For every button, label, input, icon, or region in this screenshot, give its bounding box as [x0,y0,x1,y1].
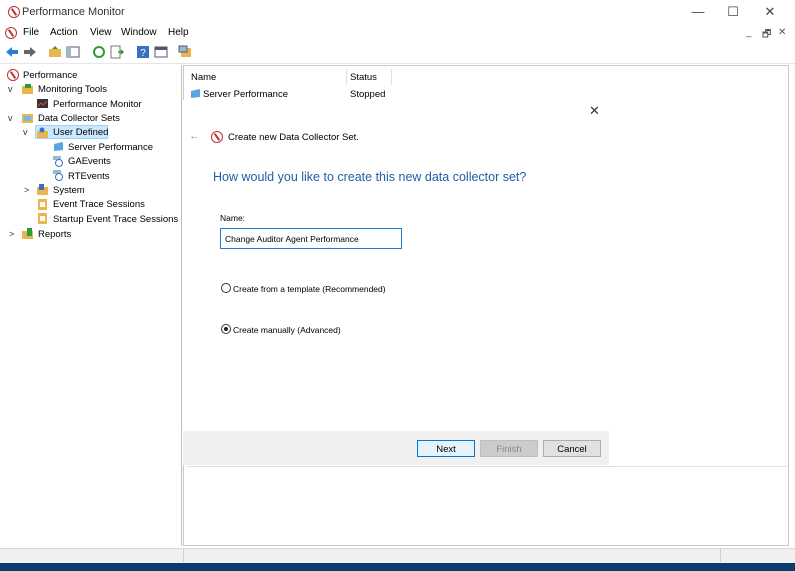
name-label: Name: [220,213,246,223]
desktop-background-strip [0,563,795,571]
menu-help[interactable]: Help [168,27,189,38]
list-row-name[interactable]: Server Performance [203,89,288,100]
event-trace-sessions-icon [38,199,47,210]
tree-item-server-performance[interactable]: Server Performance [68,142,153,153]
show-hide-console-tree-icon[interactable] [66,45,80,59]
performance-icon [7,69,19,81]
menu-file[interactable]: File [23,27,39,38]
tree-item-gaevents[interactable]: GAEvents [68,156,111,167]
chevron-down-icon[interactable]: v [23,127,28,137]
tree-item-data-collector-sets[interactable]: Data Collector Sets [38,113,120,124]
list-row-status: Stopped [350,89,386,100]
mdi-restore-button[interactable]: 🗗 [762,27,771,44]
maximize-button[interactable]: ☐ [723,4,743,20]
startup-event-trace-sessions-icon [38,213,47,224]
menu-view[interactable]: View [90,27,112,38]
tree-item-rtevents[interactable]: RTEvents [68,171,110,182]
export-list-icon[interactable] [110,45,124,59]
refresh-icon[interactable] [92,45,106,59]
performance-monitor-app-icon [8,6,20,18]
column-header-name[interactable]: Name [191,72,216,83]
chevron-down-icon[interactable]: v [8,113,13,123]
radio-create-manually[interactable] [221,324,231,334]
column-divider [346,69,347,85]
result-pane-empty-area [186,466,787,545]
help-icon[interactable]: ? [136,45,150,59]
wizard-question: How would you like to create this new da… [213,170,527,184]
data-collector-set-icon [54,142,63,151]
mdi-minimize-button[interactable]: _ [746,27,752,38]
name-field-value: Change Auditor Agent Performance [225,234,359,244]
trace-set-icon [53,170,63,181]
menu-window[interactable]: Window [121,27,157,38]
close-window-button[interactable]: ✕ [760,4,780,20]
menu-bar [0,26,795,42]
column-divider [391,69,392,85]
tree-item-performance[interactable]: Performance [23,70,77,81]
tree-item-startup-event-trace-sessions[interactable]: Startup Event Trace Sessions [53,214,178,225]
system-menu-icon[interactable] [5,27,17,39]
up-folder-icon[interactable] [48,45,62,59]
performance-monitor-chart-icon [37,99,48,108]
column-header-status[interactable]: Status [350,72,377,83]
cancel-button[interactable]: Cancel [543,440,601,457]
radio-selected-dot [224,327,228,331]
system-folder-icon [37,184,48,195]
user-defined-icon [37,127,48,138]
next-button[interactable]: Next [417,440,475,457]
chevron-right-icon[interactable]: > [24,185,29,195]
chevron-down-icon[interactable]: v [8,84,13,94]
wizard-header: Create new Data Collector Set. [228,132,359,143]
reports-icon [22,228,33,239]
monitoring-tools-icon [22,84,33,94]
minimize-button[interactable]: — [688,4,708,20]
new-window-icon[interactable] [178,45,192,59]
tree-item-reports[interactable]: Reports [38,229,71,240]
tree-item-user-defined[interactable]: User Defined [53,127,108,138]
radio-create-from-template[interactable] [221,283,231,293]
finish-button[interactable]: Finish [480,440,538,457]
menu-action[interactable]: Action [50,27,78,38]
name-field[interactable]: Change Auditor Agent Performance [220,228,402,249]
tree-item-event-trace-sessions[interactable]: Event Trace Sessions [53,199,145,210]
tree-item-monitoring-tools[interactable]: Monitoring Tools [38,84,107,95]
forward-arrow-icon[interactable] [23,45,37,59]
data-collector-sets-icon [22,114,33,123]
chevron-right-icon[interactable]: > [9,229,14,239]
data-collector-set-icon [191,89,200,98]
window-title: Performance Monitor [22,6,125,18]
status-divider [720,549,721,562]
option-create-manually-label[interactable]: Create manually (Advanced) [233,325,341,335]
svg-text:?: ? [140,48,146,59]
trace-set-icon [53,156,63,167]
option-create-from-template-label[interactable]: Create from a template (Recommended) [233,284,386,294]
create-data-collector-set-wizard [183,100,609,465]
status-divider [183,549,184,562]
tree-item-system[interactable]: System [53,185,85,196]
properties-icon[interactable] [154,45,168,59]
wizard-close-button[interactable]: ✕ [589,103,600,119]
performance-wizard-icon [211,131,223,143]
mdi-close-button[interactable]: ✕ [778,27,786,38]
wizard-back-button[interactable]: ← [189,130,200,142]
tree-item-performance-monitor[interactable]: Performance Monitor [53,99,142,110]
back-arrow-icon[interactable] [5,45,19,59]
status-bar [0,548,795,564]
